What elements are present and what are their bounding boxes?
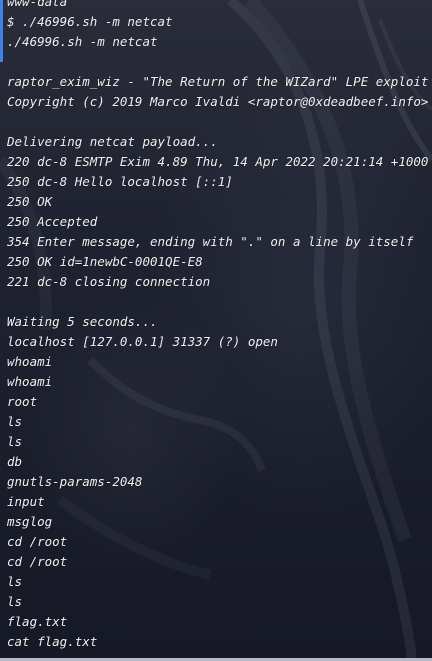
terminal-line: whoami: [7, 354, 53, 369]
terminal-line: ls: [7, 574, 23, 589]
terminal-line: 250 OK: [7, 194, 53, 209]
terminal-line: Delivering netcat payload...: [7, 134, 218, 149]
terminal-line: db: [7, 454, 23, 469]
terminal-line: ./46996.sh -m netcat: [7, 34, 158, 49]
terminal-line: 250 Accepted: [7, 214, 98, 229]
terminal-line: localhost [127.0.0.1] 31337 (?) open: [7, 334, 278, 349]
terminal-window[interactable]: www-data $ ./46996.sh -m netcat ./46996.…: [0, 0, 432, 661]
terminal-line: input: [7, 494, 45, 509]
terminal-line: 250 OK id=1newbC-0001QE-E8: [7, 254, 203, 269]
terminal-line: ls: [7, 594, 23, 609]
terminal-line: $ ./46996.sh -m netcat: [7, 14, 173, 29]
terminal-line: Copyright (c) 2019 Marco Ivaldi <raptor@…: [7, 94, 429, 109]
terminal-line: 220 dc-8 ESMTP Exim 4.89 Thu, 14 Apr 202…: [7, 154, 429, 169]
terminal-selection-bar: [0, 0, 3, 62]
terminal-output: www-data $ ./46996.sh -m netcat ./46996.…: [7, 0, 432, 652]
terminal-line: cd /root: [7, 534, 68, 549]
terminal-line: 354 Enter message, ending with "." on a …: [7, 234, 414, 249]
terminal-line: gnutls-params-2048: [7, 474, 143, 489]
terminal-line: root: [7, 394, 38, 409]
terminal-line: cd /root: [7, 554, 68, 569]
terminal-line: ls: [7, 414, 23, 429]
terminal-line: whoami: [7, 374, 53, 389]
terminal-line: Waiting 5 seconds...: [7, 314, 158, 329]
terminal-line: flag.txt: [7, 614, 68, 629]
terminal-line: msglog: [7, 514, 53, 529]
terminal-line: 250 dc-8 Hello localhost [::1]: [7, 174, 233, 189]
terminal-line: raptor_exim_wiz - "The Return of the WIZ…: [7, 74, 429, 89]
terminal-line: ls: [7, 434, 23, 449]
terminal-line: 221 dc-8 closing connection: [7, 274, 211, 289]
terminal-line: www-data: [7, 0, 68, 9]
terminal-line: cat flag.txt: [7, 634, 98, 649]
